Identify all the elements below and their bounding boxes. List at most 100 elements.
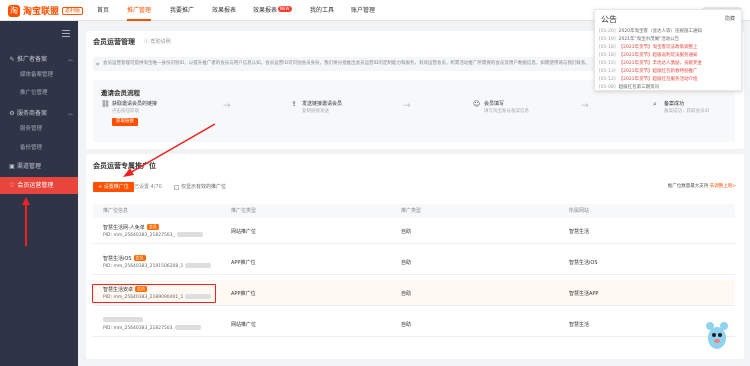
step-desc: 复制链接发送: [302, 109, 329, 114]
adzone-name: 智慧生活网-人免单 会员: [103, 224, 159, 231]
link-icon: ⛓: [101, 100, 110, 108]
adzone-pid: PID: mm_25640383_21827503: [103, 325, 201, 331]
sidebar-group-service[interactable]: ⚙ 服务商备案 ︿: [0, 107, 78, 121]
table-row[interactable]: PID: mm_25640383_21827503 网站推广位 自助 智慧生活: [93, 311, 735, 337]
valid-only-label: 仅显示有效的推广位: [181, 184, 227, 190]
valid-only-checkbox[interactable]: [174, 185, 179, 190]
question-icon: ⓘ: [144, 39, 151, 45]
announcement-item[interactable]: [01-12] 【2021年货节】超级红包服务活动介绍: [599, 76, 739, 84]
menu-toggle-icon[interactable]: [62, 30, 70, 37]
adzone-type: APP推广位: [231, 291, 256, 297]
adzone-type: 网站推广位: [231, 322, 257, 328]
member-icon: ☺: [473, 100, 481, 108]
search-icon: ⌕: [653, 100, 657, 108]
sidebar-item-adzone[interactable]: 推广位管理: [0, 87, 78, 100]
step-desc: 填写淘宝账号备案信息: [484, 109, 529, 114]
announcement-title: 公告: [601, 15, 617, 24]
hide-button[interactable]: 隐藏: [725, 15, 735, 22]
sidebar-group-channel[interactable]: ▣ 渠道管理: [0, 160, 78, 174]
step-desc: 点击按钮获取: [112, 109, 139, 114]
nav-report-new[interactable]: 效果报表 NEW: [253, 0, 292, 21]
process-title: 邀请会员流程: [101, 89, 140, 97]
announcement-item[interactable]: [01-08] 超级红包第三期资讯: [599, 84, 739, 92]
table-header: 推广位信息 推广位类型 推广类型 所属网站: [93, 204, 735, 218]
logo[interactable]: 淘 淘宝联盟 返利版: [8, 4, 84, 17]
adzone-name: 智慧生活iOS 会员: [103, 255, 146, 262]
step-title: 备案成功: [664, 101, 685, 107]
adzone-card: 会员运营专属推广位 + 设置推广位 已设置 4/70 仅显示有效的推广位 推广位…: [86, 154, 744, 359]
sidebar: ✎ 推广者备案 ︿ 媒体备案管理 推广位管理 ⚙ 服务商备案 ︿ 服务管理 备份管理 ▣…: [0, 21, 78, 366]
add-adzone-button[interactable]: + 设置推广位: [93, 182, 134, 192]
announcement-item[interactable]: [01-20] 2020年淘宝客（含达人等）违规施工通知: [599, 28, 739, 36]
redacted: [174, 325, 201, 330]
sidebar-group-promoter[interactable]: ✎ 推广者备案 ︿: [0, 53, 78, 67]
step-title: 获取邀请会员的链接: [112, 101, 158, 107]
nav-account[interactable]: 账户管理: [351, 0, 375, 21]
help-link[interactable]: ⓘ 帮助说明: [144, 38, 171, 45]
annotation-arrow-up: [22, 197, 30, 246]
nav-tools[interactable]: 我的工具: [310, 0, 334, 21]
promo-type: 自助: [401, 291, 412, 297]
annotation-highlight-box: [92, 284, 216, 303]
adzone-pid: PID: mm_25640383_21827503_: [103, 232, 203, 238]
column-header: 推广类型: [401, 208, 422, 214]
new-badge: NEW: [278, 6, 292, 12]
column-header: 推广位信息: [103, 208, 129, 214]
redacted: [176, 232, 203, 237]
promo-type: 自助: [401, 322, 412, 328]
nav-home[interactable]: 首页: [97, 0, 109, 21]
sidebar-item-service-manage[interactable]: 服务管理: [0, 123, 78, 136]
created-count: 已设置 4/70: [134, 184, 162, 190]
logo-text: 淘宝联盟: [23, 7, 60, 17]
site-name: 智慧生活: [569, 322, 590, 328]
column-header: 推广位类型: [231, 208, 257, 214]
mascot-icon[interactable]: [704, 318, 730, 352]
nav-promo-manage[interactable]: 推广管理: [127, 0, 152, 21]
announcement-item[interactable]: [01-18] 【2021年货节】淘宝客玩法政策调整上: [599, 44, 739, 52]
table-row[interactable]: 智慧生活iOS 会员 PID: mm_25640383_2191506208_1 …: [93, 249, 735, 275]
sidebar-item-backup[interactable]: 备份管理: [0, 142, 78, 155]
service-icon: ⚙: [9, 110, 15, 117]
bookmark-icon: ✎: [9, 56, 15, 63]
arrow-right-icon: →: [581, 101, 589, 111]
member-badge: 会员: [133, 255, 146, 261]
site-name: 智慧生活APP: [569, 291, 599, 297]
page-title: 会员运营管理: [93, 38, 135, 46]
announcement-item[interactable]: [01-18] 【2021年货节】超级返利玩法服务通知: [599, 52, 739, 60]
arrow-right-icon: →: [403, 101, 411, 111]
step-desc: 备案成功，获取会员ID: [664, 109, 710, 114]
announcement-item[interactable]: [01-13] 【2021年货节】超级红包新春特别推广: [599, 68, 739, 76]
site-name: 智慧生活: [569, 229, 590, 235]
annotation-arrow-diagonal: [123, 123, 216, 177]
sidebar-item-media[interactable]: 媒体备案管理: [0, 69, 78, 82]
column-header: 所属网站: [569, 208, 590, 214]
site-name: 智慧生活iOS: [569, 260, 598, 266]
announcement-item[interactable]: [01-19] 2021年"淘宝巾茂阁"活动公告: [599, 36, 739, 44]
redacted: [103, 317, 143, 322]
nav-want-promote[interactable]: 我要推广: [170, 0, 194, 21]
adzone-type: 网站推广位: [231, 229, 257, 235]
share-icon: ⇪: [291, 100, 297, 108]
promo-type: 自助: [401, 229, 412, 235]
nav-report[interactable]: 效果报表: [212, 0, 236, 21]
promo-type: 自助: [401, 260, 412, 266]
channel-icon: ▣: [9, 163, 15, 170]
table-row[interactable]: 智慧生活网-人免单 会员 PID: mm_25640383_21827503_ 网…: [93, 218, 735, 244]
sidebar-item-member-ops[interactable]: ♡ 会员运营管理: [0, 177, 78, 194]
step-title: 发送链接邀请会员: [302, 101, 343, 107]
member-badge: 会员: [146, 224, 159, 230]
logo-tag: 返利版: [62, 6, 84, 15]
adzone-pid: PID: mm_25640383_2191506208_1: [103, 263, 212, 269]
redacted: [185, 263, 212, 268]
chevron-up-icon: ︿: [67, 111, 73, 117]
logo-mark: 淘: [8, 4, 20, 17]
adjust-limit-link[interactable]: 去调整上限>: [710, 184, 736, 189]
arrow-right-icon: →: [223, 101, 231, 111]
heart-icon: ♡: [9, 182, 15, 189]
announcement-panel: 公告 隐藏 [01-20] 2020年淘宝客（含达人等）违规施工通知 [01-19…: [594, 9, 742, 91]
announcement-item[interactable]: [01-15] 【2021年货节】丰优达人激励，贡献奖金: [599, 60, 739, 68]
chevron-up-icon: ︿: [67, 57, 73, 63]
quota-info: 推广位数量最大支持 去调整上限>: [667, 184, 736, 189]
adzone-type: APP推广位: [231, 260, 256, 266]
adzone-name: [103, 317, 143, 323]
